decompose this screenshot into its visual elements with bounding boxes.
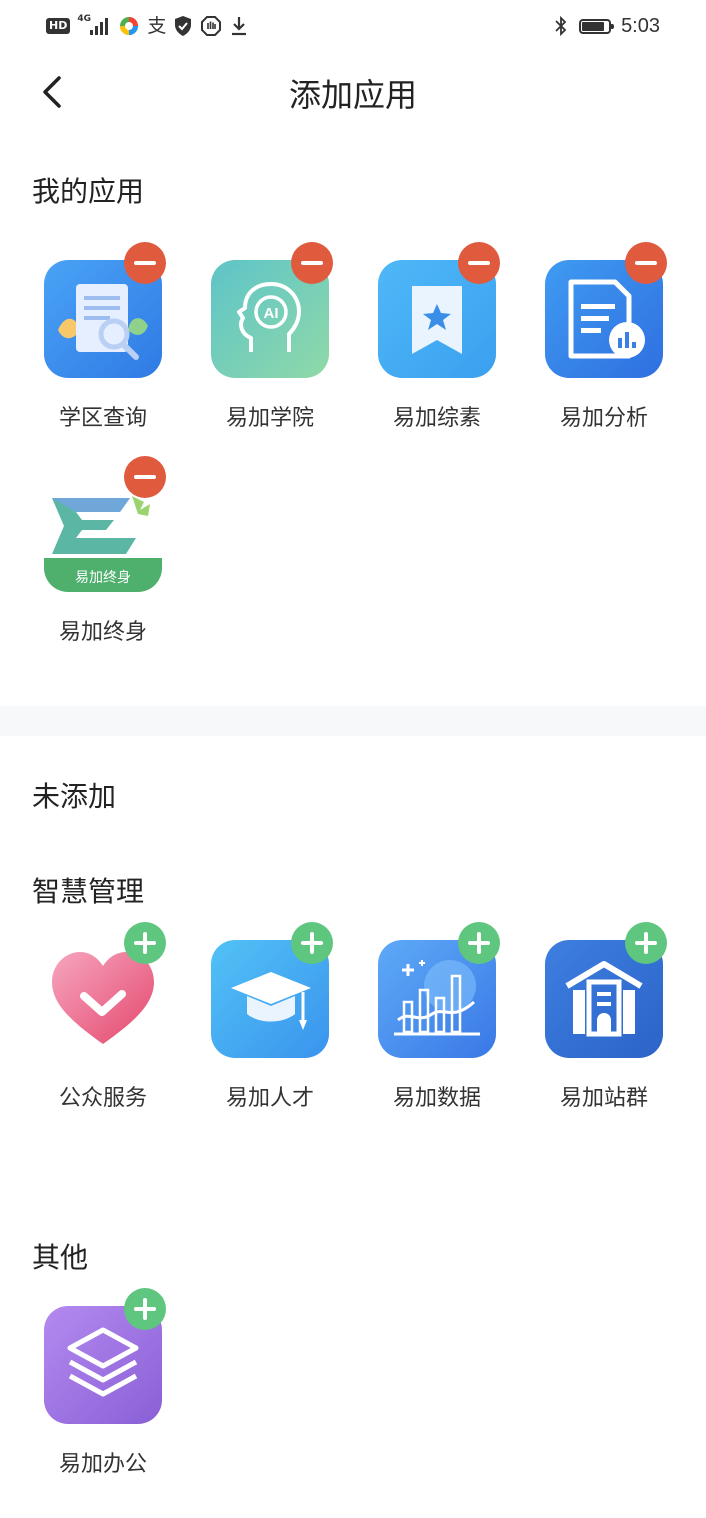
- app-label: 易加分析: [559, 406, 648, 431]
- not-added-title: 未添加: [32, 780, 117, 813]
- remove-app-button[interactable]: [458, 242, 500, 284]
- page-title: 添加应用: [288, 76, 417, 114]
- app-tile[interactable]: AI 易加学院: [167, 242, 334, 460]
- app-tile[interactable]: 易加终身 易加终身: [0, 456, 167, 674]
- remove-app-button[interactable]: [625, 242, 667, 284]
- status-bar: HD 4G 支 5:03: [0, 0, 706, 52]
- remove-app-button[interactable]: [291, 242, 333, 284]
- add-app-button[interactable]: [458, 922, 500, 964]
- add-app-button[interactable]: [124, 1288, 166, 1330]
- add-app-button[interactable]: [625, 922, 667, 964]
- bluetooth-icon: [555, 15, 567, 37]
- my-apps-title: 我的应用: [32, 175, 145, 208]
- hand-icon: [201, 16, 222, 36]
- clock: 5:03: [621, 14, 660, 37]
- app-tile[interactable]: 易加人才: [167, 922, 334, 1140]
- app-tile[interactable]: 易加数据: [334, 922, 501, 1140]
- app-tile[interactable]: 易加综素: [334, 242, 501, 460]
- icon-text: 易加终身: [75, 570, 131, 586]
- status-left: HD 4G 支: [46, 12, 249, 40]
- battery-icon: [579, 18, 615, 34]
- app-tile[interactable]: 学区查询: [0, 242, 167, 460]
- app-label: 易加终身: [58, 620, 147, 645]
- app-tile[interactable]: 易加办公: [0, 1288, 167, 1506]
- app-tile[interactable]: 易加分析: [501, 242, 668, 460]
- svg-text:AI: AI: [264, 305, 279, 322]
- alipay-icon: 支: [147, 15, 167, 37]
- app-tile[interactable]: 易加站群: [501, 922, 668, 1140]
- group-title: 其他: [32, 1241, 89, 1274]
- network-type: 4G: [77, 14, 91, 24]
- add-app-button[interactable]: [291, 922, 333, 964]
- app-label: 易加站群: [559, 1086, 648, 1111]
- download-icon: [232, 17, 247, 36]
- group-title: 智慧管理: [32, 875, 145, 908]
- shield-icon: [175, 16, 192, 36]
- add-app-button[interactable]: [124, 922, 166, 964]
- app-label: 易加办公: [58, 1452, 147, 1477]
- remove-app-button[interactable]: [124, 456, 166, 498]
- app-icon: [120, 17, 139, 35]
- app-tile[interactable]: 公众服务: [0, 922, 167, 1140]
- section-divider: [0, 706, 706, 736]
- hd-icon: HD: [46, 18, 71, 34]
- nav-bar: 添加应用: [0, 56, 706, 128]
- remove-app-button[interactable]: [124, 242, 166, 284]
- signal-icon: 4G: [77, 14, 111, 37]
- status-right: 5:03: [553, 12, 660, 40]
